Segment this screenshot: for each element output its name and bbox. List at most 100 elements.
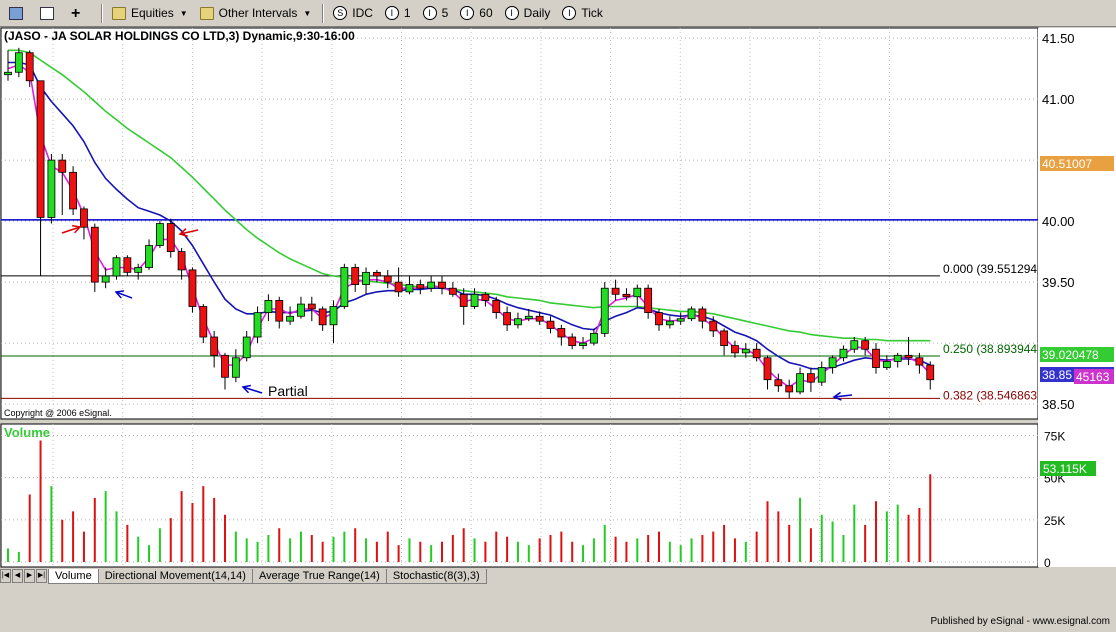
tab-scroll-first-icon[interactable]: |◀ bbox=[0, 569, 11, 583]
toolbar-label: Other Intervals bbox=[218, 6, 298, 20]
candle bbox=[600, 287, 609, 334]
fib-level-label: 0.000 (39.551294 bbox=[943, 262, 1037, 276]
candle bbox=[774, 379, 783, 387]
candle bbox=[275, 300, 284, 322]
candle bbox=[47, 159, 56, 218]
candle bbox=[481, 293, 490, 301]
candle bbox=[872, 348, 880, 368]
esignal-chart-window: { "toolbar": { "items": [ {"icon": "char… bbox=[0, 0, 1116, 632]
candle bbox=[655, 312, 663, 326]
symbol-circle-icon: S bbox=[333, 6, 348, 20]
candle bbox=[297, 303, 305, 317]
y-tick-label: 38.50 bbox=[1042, 397, 1075, 412]
candle bbox=[394, 281, 403, 293]
candle bbox=[807, 373, 815, 383]
chart-icon bbox=[9, 6, 23, 20]
toolbar-plus-icon-button[interactable]: + bbox=[66, 3, 95, 24]
candle bbox=[90, 226, 99, 283]
interval-circle-icon: I bbox=[460, 6, 475, 20]
candle bbox=[318, 308, 327, 326]
y-tick-label: 40.00 bbox=[1042, 214, 1075, 229]
chart-title: (JASO - JA SOLAR HOLDINGS CO LTD,3) Dyna… bbox=[4, 29, 355, 43]
tab-volume[interactable]: Volume bbox=[48, 568, 99, 584]
tab-scroll-last-icon[interactable]: ▶| bbox=[36, 569, 47, 583]
price-tag-label: 45163 bbox=[1076, 370, 1110, 384]
candle bbox=[752, 348, 761, 359]
candle bbox=[351, 267, 360, 285]
toolbar: + Equities ▼ Other Intervals ▼ S IDC I 1 I 5 I 60 I Da… bbox=[0, 0, 1116, 27]
tab-scroll-left-icon[interactable]: ◀ bbox=[12, 569, 23, 583]
candle bbox=[188, 269, 197, 307]
interval-circle-icon: I bbox=[384, 6, 399, 20]
candle bbox=[850, 340, 859, 350]
candle bbox=[828, 357, 837, 368]
toolbar-daily-button[interactable]: I Daily bbox=[500, 3, 556, 24]
candle bbox=[286, 315, 295, 322]
candle bbox=[427, 281, 436, 289]
toolbar-60-button[interactable]: I 60 bbox=[455, 3, 497, 24]
candle bbox=[372, 271, 381, 277]
volume-tick-label: 75K bbox=[1044, 429, 1065, 443]
candle bbox=[155, 223, 164, 246]
candle bbox=[80, 208, 88, 228]
candle bbox=[134, 267, 143, 273]
tab-directional-movement-14-14[interactable]: Directional Movement(14,14) bbox=[97, 568, 253, 584]
volume-tag-label: 53.115K bbox=[1043, 462, 1087, 476]
price-tag-label: 38.85 bbox=[1042, 368, 1072, 382]
y-tick-label: 41.00 bbox=[1042, 92, 1075, 107]
toolbar-chart-icon-button[interactable] bbox=[4, 3, 33, 24]
candle bbox=[785, 385, 794, 393]
tab-stochastic-8-3-3[interactable]: Stochastic(8(3),3) bbox=[385, 568, 487, 584]
candle bbox=[199, 306, 208, 338]
tab-scroll-right-icon[interactable]: ▶ bbox=[24, 569, 35, 583]
candle bbox=[763, 357, 772, 381]
candle bbox=[633, 287, 642, 298]
candle bbox=[362, 271, 370, 285]
volume-tick-label: 0 bbox=[1044, 556, 1051, 568]
candle bbox=[101, 275, 110, 283]
study-tabs: |◀ ◀ ▶ ▶| Volume Directional Movement(14,… bbox=[0, 568, 1040, 584]
candle bbox=[579, 342, 587, 346]
candle bbox=[720, 330, 728, 346]
toolbar-5-button[interactable]: I5 bbox=[418, 3, 454, 24]
toolbar-equities-button[interactable]: Equities ▼ bbox=[107, 3, 193, 24]
toolbar-1-button[interactable]: I1 bbox=[380, 3, 416, 24]
price-tag-label: 40.51007 bbox=[1042, 157, 1092, 171]
volume-panel bbox=[0, 423, 1039, 568]
candle bbox=[405, 284, 414, 293]
candle bbox=[796, 373, 804, 393]
toolbar-label: Tick bbox=[581, 6, 603, 20]
candle bbox=[861, 340, 870, 350]
footer-credit: Published by eSignal - www.esignal.com bbox=[930, 616, 1110, 627]
volume-tick-label: 25K bbox=[1044, 514, 1065, 528]
candle bbox=[166, 223, 175, 253]
candle bbox=[340, 267, 349, 307]
toolbar-tick-button[interactable]: I Tick bbox=[557, 3, 608, 24]
toolbar-idc-button[interactable]: S IDC bbox=[328, 3, 378, 24]
copyright-text: Copyright @ 2006 eSignal. bbox=[4, 408, 112, 418]
candle bbox=[470, 293, 479, 307]
candle bbox=[904, 354, 913, 359]
candle bbox=[915, 357, 924, 366]
y-tick-label: 41.50 bbox=[1042, 31, 1075, 46]
candle bbox=[524, 315, 533, 320]
candle bbox=[416, 284, 425, 289]
candle bbox=[242, 336, 251, 359]
tab-average-true-range-14[interactable]: Average True Range(14) bbox=[251, 568, 387, 584]
toolbar-other-intervals-button[interactable]: Other Intervals ▼ bbox=[195, 3, 317, 24]
annotation-partial: Partial bbox=[268, 383, 308, 399]
price-tag-label: 39.020478 bbox=[1042, 348, 1099, 362]
interval-circle-icon: I bbox=[504, 6, 519, 20]
volume-label: Volume bbox=[4, 425, 50, 440]
y-tick-label: 39.50 bbox=[1042, 275, 1075, 290]
toolbar-label: Daily bbox=[523, 6, 551, 20]
interval-circle-icon: I bbox=[562, 6, 577, 20]
chart-area[interactable]: 41.50 41.00 40.00 39.50 38.50 0.000 (39.55129… bbox=[0, 27, 1116, 568]
candle bbox=[221, 354, 229, 378]
folder-icon bbox=[199, 6, 214, 20]
candle bbox=[926, 364, 935, 381]
candle bbox=[36, 80, 45, 218]
toolbar-properties-icon-button[interactable] bbox=[35, 3, 64, 24]
candle bbox=[665, 320, 674, 326]
plus-icon: + bbox=[71, 4, 81, 22]
